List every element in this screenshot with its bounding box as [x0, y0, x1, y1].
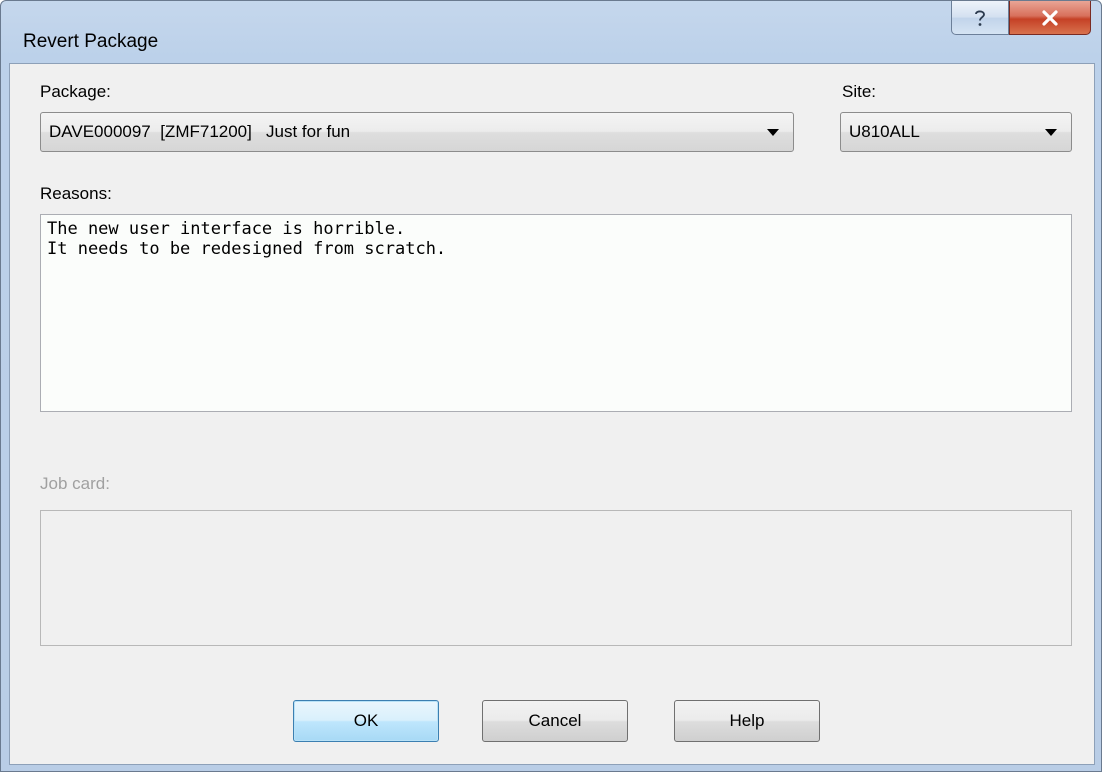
reasons-label: Reasons: [40, 184, 112, 203]
dialog-body: Package: DAVE000097 [ZMF71200] Just for … [9, 63, 1095, 765]
site-dropdown[interactable]: U810ALL [840, 112, 1072, 152]
site-label: Site: [842, 82, 877, 101]
question-icon [975, 10, 985, 26]
title-bar[interactable]: Revert Package [1, 1, 1101, 63]
package-label: Package: [40, 82, 111, 101]
package-dropdown-value: DAVE000097 [ZMF71200] Just for fun [49, 122, 351, 141]
close-x-icon [1042, 9, 1058, 26]
close-button[interactable] [1009, 1, 1091, 35]
ok-button[interactable]: OK [293, 700, 439, 742]
help-button[interactable]: Help [674, 700, 820, 742]
job-card-label: Job card: [40, 474, 110, 493]
package-dropdown[interactable]: DAVE000097 [ZMF71200] Just for fun [40, 112, 794, 152]
site-dropdown-value: U810ALL [849, 122, 920, 141]
cancel-button[interactable]: Cancel [482, 700, 628, 742]
reasons-textarea[interactable]: The new user interface is horrible. It n… [40, 214, 1072, 412]
chevron-down-icon [1045, 129, 1057, 136]
job-card-textarea [40, 510, 1072, 646]
window-title: Revert Package [23, 31, 159, 52]
title-bar-buttons [951, 1, 1091, 37]
chevron-down-icon [767, 129, 779, 136]
context-help-button[interactable] [951, 1, 1009, 35]
dialog-window: Revert Package Package: DAVE000097 [ZMF7… [0, 0, 1102, 772]
